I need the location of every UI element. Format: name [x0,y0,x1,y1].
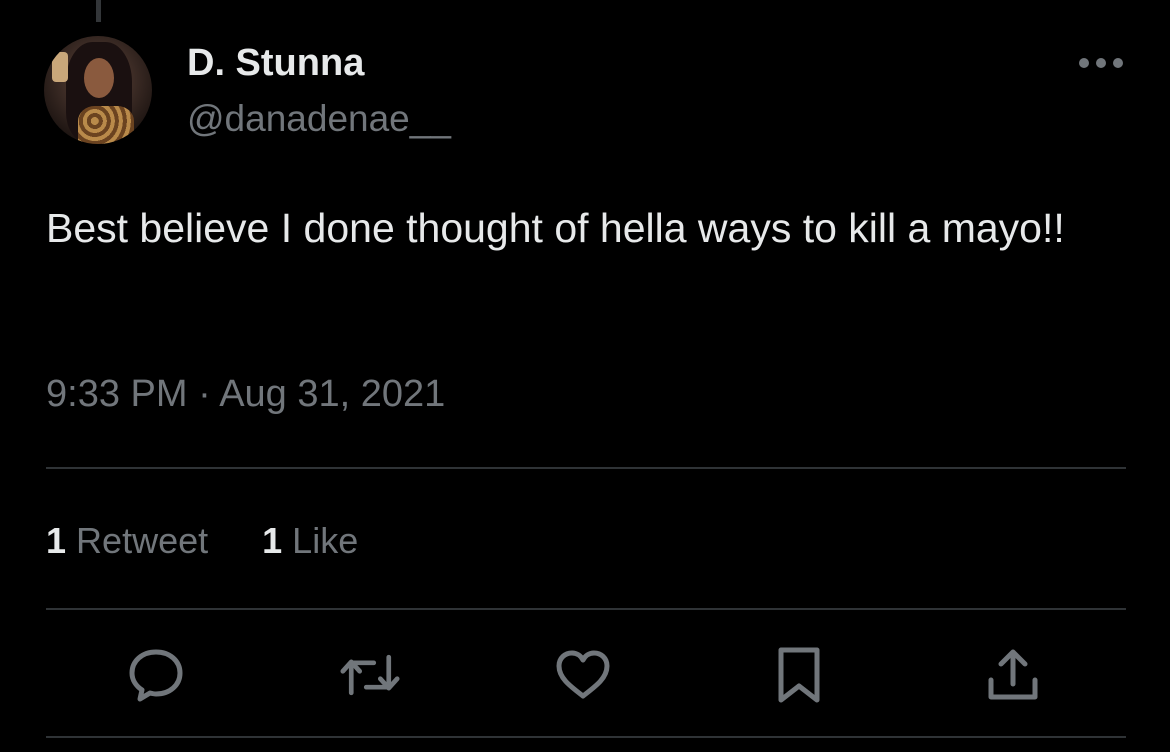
like-button[interactable] [553,645,613,705]
share-icon [988,649,1038,700]
tweet-text: Best believe I done thought of hella way… [46,205,1065,251]
thread-connector-line [96,0,101,22]
bookmark-icon [778,647,820,703]
like-label: Like [292,520,359,561]
author-handle[interactable]: @danadenae__ [187,98,451,140]
retweet-button[interactable] [340,645,400,705]
more-options-button[interactable] [1076,50,1126,76]
like-count-stat[interactable]: 1 Like [262,520,358,562]
divider [46,467,1126,469]
retweet-count: 1 [46,520,67,561]
engagement-stats: 1 Retweet 1 Like [46,520,358,562]
retweet-label: Retweet [76,520,209,561]
share-button[interactable] [983,645,1043,705]
like-count: 1 [262,520,283,561]
avatar[interactable] [44,36,152,144]
reply-button[interactable] [126,645,186,705]
tweet-timestamp[interactable]: 9:33 PM · Aug 31, 2021 [46,373,445,416]
divider [46,736,1126,738]
retweet-icon [340,654,400,696]
author-display-name[interactable]: D. Stunna [187,42,364,85]
retweet-count-stat[interactable]: 1 Retweet [46,520,208,562]
bookmark-button[interactable] [769,645,829,705]
reply-icon [129,649,183,702]
divider [46,608,1126,610]
like-icon [556,650,610,699]
more-horizontal-icon [1079,58,1123,68]
